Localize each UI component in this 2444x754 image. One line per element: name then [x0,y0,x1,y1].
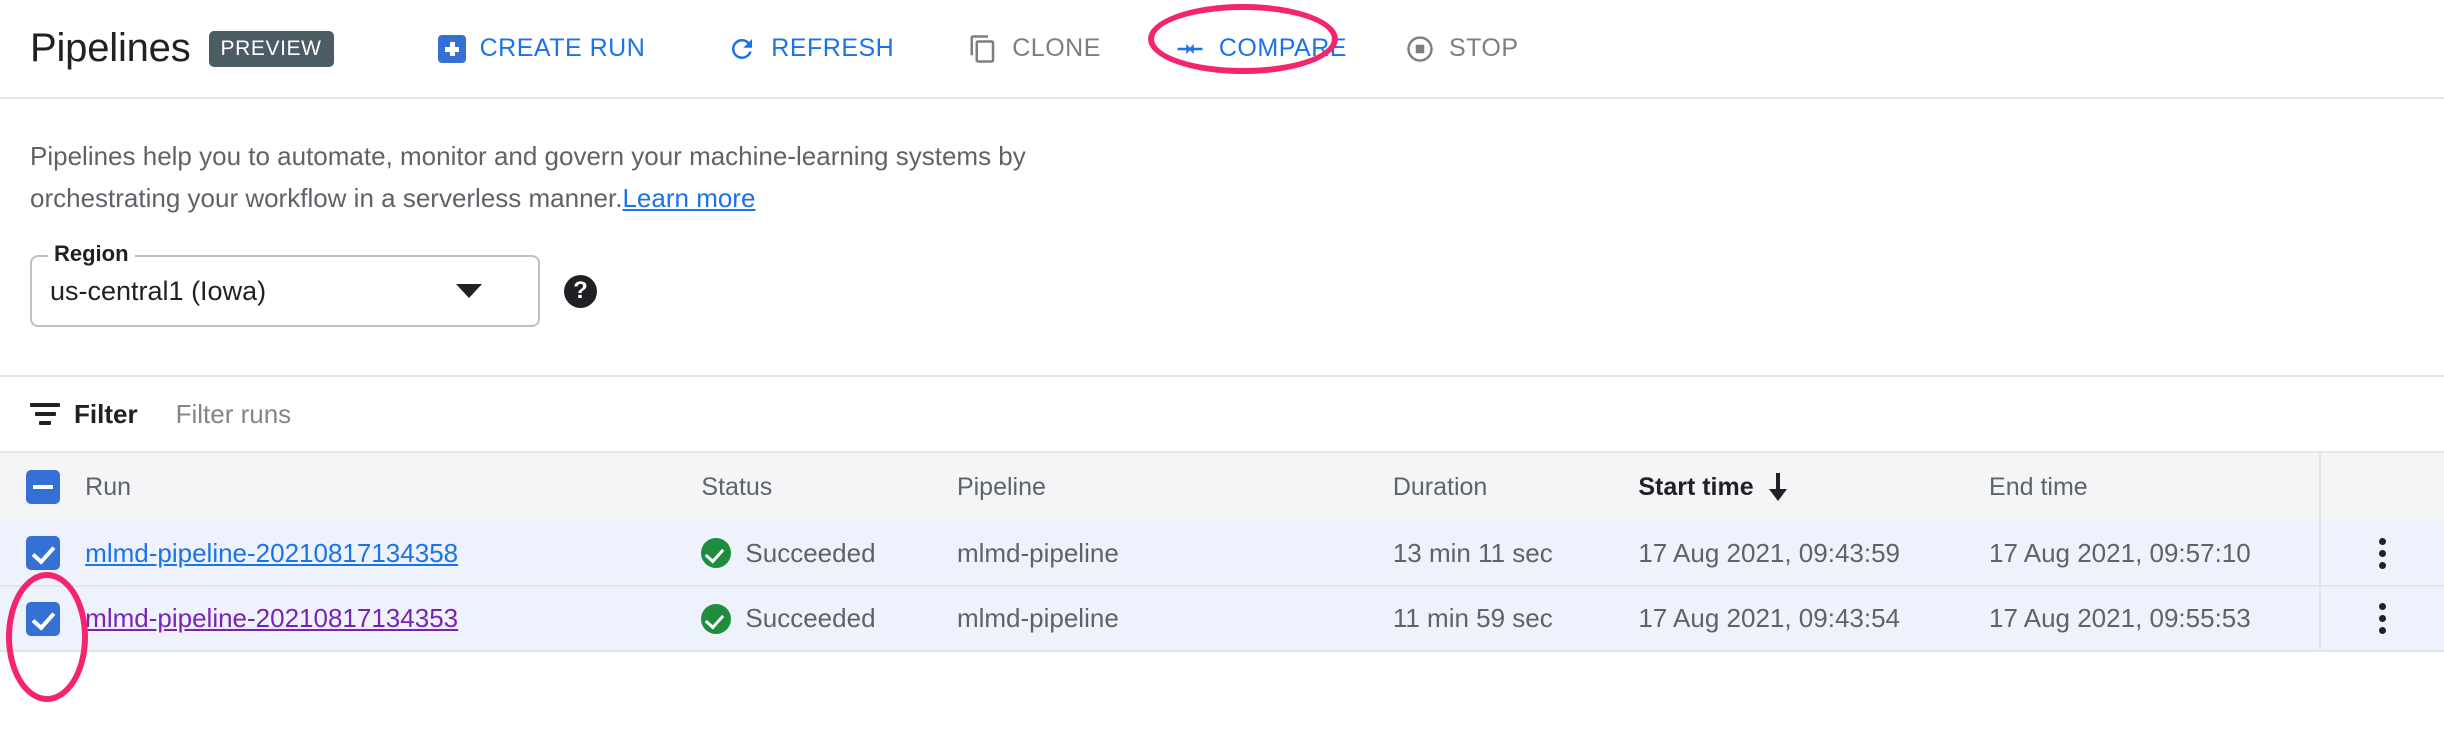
more-vert-icon[interactable] [2362,533,2402,573]
description-text: Pipelines help you to automate, monitor … [30,141,1026,213]
help-icon[interactable]: ? [564,275,597,308]
compare-label: COMPARE [1219,34,1347,63]
page-description: Pipelines help you to automate, monitor … [0,99,1180,219]
status-text: Succeeded [745,538,875,569]
region-select[interactable]: Region us-central1 (Iowa) [30,255,540,327]
status-text: Succeeded [745,603,875,634]
column-header-actions [2320,453,2444,521]
filter-icon[interactable] [30,403,60,425]
create-run-label: CREATE RUN [480,34,646,63]
toolbar-actions: CREATE RUN REFRESH CLONE [422,24,1535,74]
row-select-cell [0,586,85,651]
clone-button[interactable]: CLONE [952,24,1117,74]
cell-status: Succeeded [701,586,957,651]
cell-end-time: 17 Aug 2021, 09:57:10 [1989,521,2320,586]
cell-pipeline: mlmd-pipeline [957,521,1393,586]
compare-arrows-icon [1175,34,1205,64]
stop-button[interactable]: STOP [1389,24,1535,74]
page-title: Pipelines [30,26,191,71]
column-header-duration[interactable]: Duration [1393,453,1639,521]
cell-duration: 11 min 59 sec [1393,586,1639,651]
filter-input[interactable] [174,398,878,431]
filter-label: Filter [74,399,138,430]
cell-run: mlmd-pipeline-20210817134358 [85,521,701,586]
clone-label: CLONE [1012,34,1101,63]
column-header-status[interactable]: Status [701,453,957,521]
refresh-label: REFRESH [771,34,894,63]
select-all-cell [0,453,85,521]
clone-icon [968,34,998,64]
check-circle-icon [701,538,731,568]
column-header-start-time-label: Start time [1638,473,1753,502]
plus-square-icon [438,35,466,63]
preview-badge: PREVIEW [209,31,334,67]
refresh-icon [727,34,757,64]
column-header-end-time-label: End time [1989,473,2088,502]
table-row[interactable]: mlmd-pipeline-20210817134353 Succeeded m… [0,586,2444,651]
cell-end-time: 17 Aug 2021, 09:55:53 [1989,586,2320,651]
column-header-pipeline[interactable]: Pipeline [957,453,1393,521]
check-circle-icon [701,604,731,634]
cell-start-time: 17 Aug 2021, 09:43:59 [1638,521,1989,586]
refresh-button[interactable]: REFRESH [711,24,910,74]
chevron-down-icon [456,284,482,298]
row-checkbox[interactable] [26,536,60,570]
cell-start-time: 17 Aug 2021, 09:43:54 [1638,586,1989,651]
table-row[interactable]: mlmd-pipeline-20210817134358 Succeeded m… [0,521,2444,586]
table-header-row: Run Status Pipeline Duration Start time … [0,453,2444,521]
cell-run: mlmd-pipeline-20210817134353 [85,586,701,651]
stop-circle-icon [1405,34,1435,64]
run-link[interactable]: mlmd-pipeline-20210817134353 [85,603,458,633]
compare-button[interactable]: COMPARE [1159,24,1363,74]
row-select-cell [0,521,85,586]
row-checkbox[interactable] [26,602,60,636]
column-header-run[interactable]: Run [85,453,701,521]
filter-bar: Filter [0,377,2444,453]
column-header-duration-label: Duration [1393,473,1488,502]
region-label: Region [48,243,135,265]
runs-table: Run Status Pipeline Duration Start time … [0,453,2444,652]
page-toolbar: Pipelines PREVIEW CREATE RUN REFRESH [0,0,2444,99]
create-run-button[interactable]: CREATE RUN [422,24,662,73]
more-vert-icon[interactable] [2362,599,2402,639]
cell-row-actions [2320,521,2444,586]
column-header-end-time[interactable]: End time [1989,453,2320,521]
cell-pipeline: mlmd-pipeline [957,586,1393,651]
column-header-status-label: Status [701,473,772,502]
stop-label: STOP [1449,34,1519,63]
sort-descending-arrow-icon [1768,473,1788,501]
runs-table-body: mlmd-pipeline-20210817134358 Succeeded m… [0,521,2444,651]
cell-duration: 13 min 11 sec [1393,521,1639,586]
cell-status: Succeeded [701,521,957,586]
run-link[interactable]: mlmd-pipeline-20210817134358 [85,538,458,568]
cell-row-actions [2320,586,2444,651]
column-header-start-time[interactable]: Start time [1638,453,1989,521]
region-selector-row: Region us-central1 (Iowa) ? [30,255,2444,327]
learn-more-link[interactable]: Learn more [622,183,755,213]
column-header-run-label: Run [85,473,131,502]
region-value: us-central1 (Iowa) [32,276,266,307]
select-all-checkbox[interactable] [26,470,60,504]
column-header-pipeline-label: Pipeline [957,473,1046,502]
runs-table-head: Run Status Pipeline Duration Start time … [0,453,2444,521]
